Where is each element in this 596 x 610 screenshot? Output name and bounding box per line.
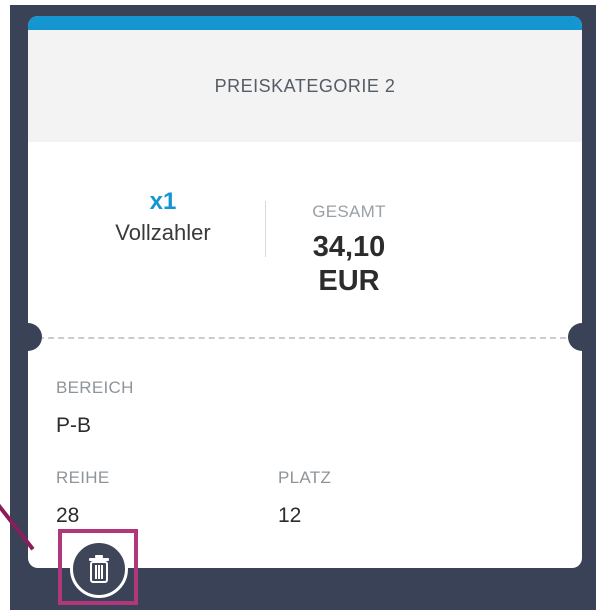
trash-icon	[89, 555, 109, 583]
total-currency: EUR	[318, 265, 380, 297]
ticket-notch-left	[14, 323, 42, 351]
ticket-type: Vollzahler	[115, 220, 211, 245]
ticket-perforation	[18, 337, 566, 339]
ticket-card: PREISKATEGORIE 2 x1 Vollzahler GESAMT 34…	[28, 16, 582, 568]
vertical-divider	[265, 201, 266, 257]
seat-value: 12	[278, 504, 302, 527]
row-value: 28	[56, 504, 80, 527]
area-value: P-B	[56, 414, 92, 437]
total-label: GESAMT	[312, 202, 386, 221]
seat-label: PLATZ	[278, 468, 332, 487]
area-label: BEREICH	[56, 378, 134, 397]
delete-ticket-button[interactable]	[70, 540, 128, 598]
row-label: REIHE	[56, 468, 110, 487]
quantity-block: x1 Vollzahler	[88, 188, 238, 246]
price-category: PREISKATEGORIE 2	[214, 75, 396, 96]
card-accent-bar	[28, 16, 582, 30]
ticket-quantity: x1	[149, 188, 177, 215]
ticket-notch-right	[568, 323, 596, 351]
card-header: PREISKATEGORIE 2	[28, 30, 582, 142]
total-amount: 34,10	[312, 231, 386, 263]
total-block: GESAMT 34,10 EUR	[284, 202, 414, 298]
